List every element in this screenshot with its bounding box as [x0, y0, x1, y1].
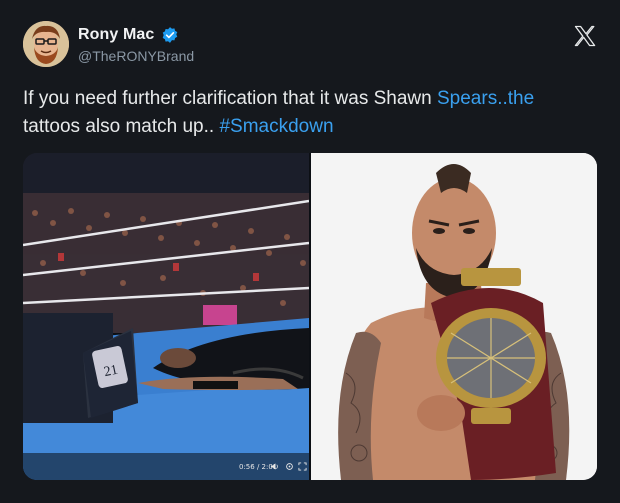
avatar-image [23, 21, 69, 67]
media-right-image[interactable] [311, 153, 597, 480]
tweet-text-part: If you need further clarification that i… [23, 88, 437, 109]
avatar[interactable] [23, 21, 69, 67]
tweet-text-part: tattoos also match up.. [23, 116, 220, 137]
author-display-name[interactable]: Rony Mac [78, 26, 154, 44]
author-name-row: Rony Mac [78, 26, 179, 44]
author-handle[interactable]: @TheRONYBrand [78, 48, 194, 64]
media-left-image[interactable]: 21 0:56 / 2:01 [23, 153, 309, 480]
volume-icon[interactable] [270, 462, 279, 471]
settings-icon[interactable] [285, 462, 294, 471]
tweet-link[interactable]: Spears..the [437, 88, 534, 109]
hashtag-link[interactable]: #Smackdown [219, 116, 333, 137]
fullscreen-icon[interactable] [298, 462, 307, 471]
tweet-media[interactable]: 21 0:56 / 2:01 [23, 153, 597, 480]
verified-badge-icon [163, 27, 178, 43]
tweet-text: If you need further clarification that i… [23, 85, 583, 141]
x-logo-icon[interactable] [573, 24, 597, 48]
